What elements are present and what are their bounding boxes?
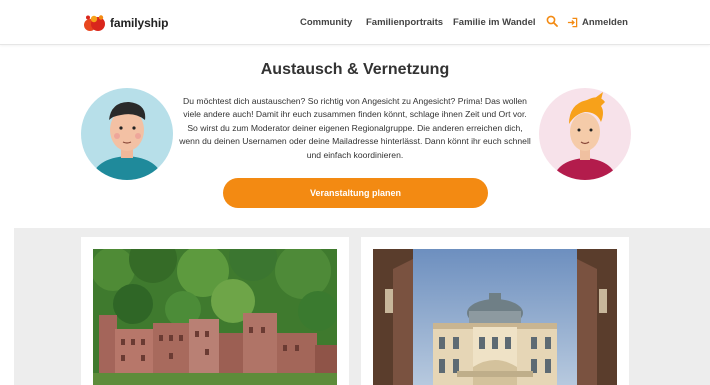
nav-community[interactable]: Community	[300, 0, 352, 44]
castle-photo	[93, 249, 337, 385]
nav-familienportraits[interactable]: Familienportraits	[366, 0, 443, 44]
logo[interactable]: familyship	[84, 14, 168, 32]
card-castle[interactable]	[81, 237, 349, 385]
nav-familie-im-wandel-label: Familie im Wandel	[453, 16, 536, 28]
logo-text: familyship	[110, 16, 169, 30]
login-icon	[567, 17, 578, 27]
intro-text: Du möchtest dich austauschen? So richtig…	[179, 96, 531, 160]
avatar-man-illustration	[81, 88, 173, 180]
plan-event-button[interactable]: Veranstaltung planen	[223, 178, 488, 208]
card-palace[interactable]	[361, 237, 629, 385]
login-link[interactable]: Anmelden	[567, 0, 628, 44]
search-icon[interactable]	[546, 15, 558, 27]
page-title: Austausch & Vernetzung	[260, 61, 450, 78]
site-header: familyship Community Familienportraits F…	[0, 0, 710, 45]
nav-familienportraits-label: Familienportraits	[366, 16, 444, 28]
nav-familie-im-wandel[interactable]: Familie im Wandel	[453, 0, 536, 44]
nav-community-label: Community	[300, 16, 353, 28]
palace-photo	[373, 249, 617, 385]
login-label: Anmelden	[582, 16, 628, 28]
avatar-woman-illustration	[539, 88, 631, 180]
familyship-logo-icon	[84, 15, 105, 31]
